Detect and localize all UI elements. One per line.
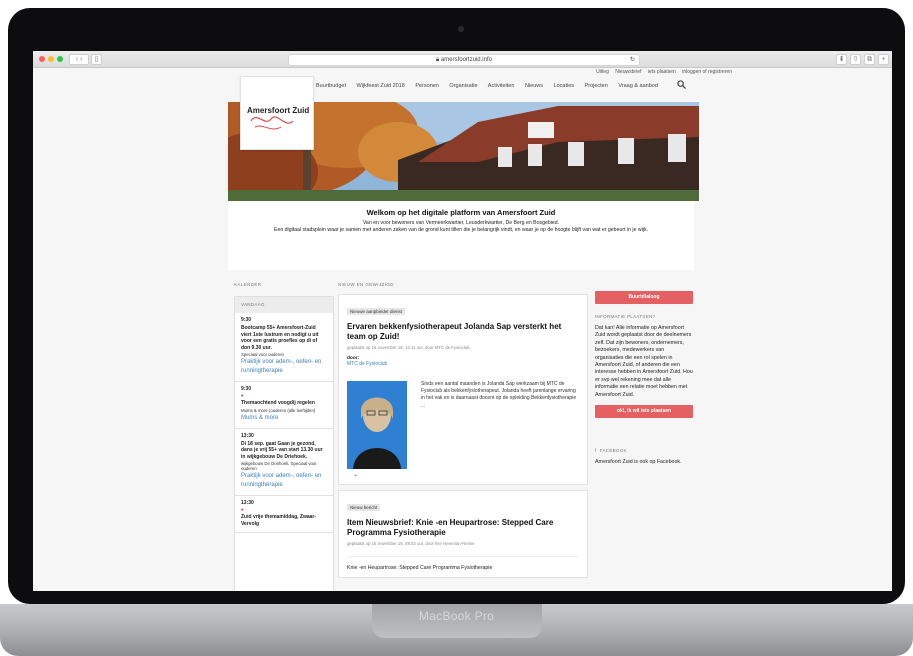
calendar-label: KALENDER — [234, 282, 262, 287]
event-title[interactable]: Themaochtend voogdij regelen — [241, 400, 327, 407]
event-sub: Mums & more (ouderen (alle leeftijden) — [241, 407, 316, 413]
event-time: 13:30 — [241, 432, 254, 439]
news-excerpt: Sinds een aantal maanden is Jolanda Sap … — [421, 381, 577, 409]
nav-buurtbudget[interactable]: Buurtbudget — [316, 83, 346, 89]
news-title[interactable]: Item Nieuwsbrief: Knie -en Heupartrose: … — [347, 518, 579, 538]
logo-text: Amersfoort Zuid — [247, 106, 310, 115]
lock-icon: 🔒︎ — [436, 57, 440, 63]
top-link-login[interactable]: inloggen of registreren — [682, 69, 732, 75]
event-link[interactable]: Mums & more — [241, 414, 327, 423]
news-tag: Nieuwe aanpbieder dienst — [347, 308, 406, 315]
news-card[interactable]: Nieuwe aanpbieder dienst Ervaren bekkenf… — [338, 294, 588, 485]
top-link-uitleg[interactable]: Uitleg — [596, 69, 609, 75]
screen: ‹ › ▯ 🔒︎ amersfoortzuid.info ↻ ⬇ ⇧ ⧉ + U… — [33, 51, 892, 591]
sidebar-icon[interactable]: ▯ — [91, 54, 102, 65]
new-tab-button[interactable]: + — [878, 54, 889, 65]
welcome-line1: Van en voor bewoners van Vermeerkwartier… — [362, 220, 560, 226]
share-icon[interactable]: ⇧ — [850, 54, 861, 65]
device-label: MacBook Pro — [418, 609, 495, 623]
event-title[interactable]: Bootcamp 55+ Amersfoort-Zuid viert 1ste … — [241, 325, 327, 351]
search-icon[interactable] — [677, 80, 686, 91]
calendar: VANDAAG 9:30 Bootcamp 55+ Amersfoort-Zui… — [234, 296, 334, 591]
news-card[interactable]: Nieuw bericht Item Nieuwsbrief: Knie -en… — [338, 490, 588, 578]
site-logo[interactable]: Amersfoort Zuid — [240, 76, 314, 150]
laptop: ‹ › ▯ 🔒︎ amersfoortzuid.info ↻ ⬇ ⇧ ⧉ + U… — [0, 0, 913, 656]
calendar-event[interactable]: 9:30 Bootcamp 55+ Amersfoort-Zuid viert … — [235, 313, 333, 382]
browser-toolbar: ‹ › ▯ 🔒︎ amersfoortzuid.info ↻ ⬇ ⇧ ⧉ + — [33, 51, 892, 68]
tabs-icon[interactable]: ⧉ — [864, 54, 875, 65]
calendar-today: VANDAAG — [235, 297, 333, 313]
calendar-event[interactable]: 9:30 • Themaochtend voogdij regelen Mums… — [235, 382, 333, 429]
news-meta: geplaatst op 16 november 18, 09.03 uur, … — [347, 541, 475, 546]
event-time: 9:30 — [241, 317, 252, 323]
calendar-event[interactable]: 13:30 • Zuid vrije themamiddag, Zwaar-Ve… — [235, 496, 333, 533]
event-title[interactable]: Di 18 sep. gaat Gaan je gezond, dans je … — [241, 441, 327, 461]
post-something-button[interactable]: ok!, ik wil iets plaatsen — [595, 405, 693, 419]
minimize-window-button[interactable] — [48, 56, 54, 62]
maximize-window-button[interactable] — [57, 56, 63, 62]
back-forward-buttons[interactable]: ‹ › — [69, 54, 89, 65]
download-icon[interactable]: ⬇ — [836, 54, 847, 65]
portrait-photo — [347, 381, 407, 469]
news-body: Knie -en Heupartrose: Stepped Care Progr… — [347, 556, 579, 571]
event-link[interactable]: Praktijk voor adem-, oefen- en runningth… — [241, 472, 327, 490]
event-time: 13:30 — [241, 500, 254, 506]
event-time: 9:30 — [241, 386, 252, 392]
news-meta: geplaatst op 16 november 18, 12.11 uur, … — [347, 345, 470, 350]
event-link[interactable]: Praktijk voor adem-, oefen- en runningth… — [241, 358, 327, 376]
nav-locaties[interactable]: Locaties — [554, 83, 575, 89]
facebook-heading: f FACEBOOK — [595, 448, 693, 453]
news-label: NIEUW EN GEWIJZIGD — [338, 282, 394, 287]
address-bar[interactable]: 🔒︎ amersfoortzuid.info ↻ — [288, 54, 640, 66]
main-nav: Buurtbudget Wijkfeest Zuid 2018 Personen… — [316, 83, 667, 89]
news-title[interactable]: Ervaren bekkenfysiotherapeut Jolanda Sap… — [347, 322, 579, 342]
url-text: amersfoortzuid.info — [440, 57, 492, 63]
reload-icon[interactable]: ↻ — [630, 55, 635, 65]
event-sub: wijkgebouw De Driehoek, Speciaal voor ou… — [241, 461, 317, 471]
calendar-event[interactable]: 13:30 Di 18 sep. gaat Gaan je gezond, da… — [235, 429, 333, 496]
nav-organisatie[interactable]: Organisatie — [449, 83, 477, 89]
facebook-heading-text: FACEBOOK — [599, 448, 627, 454]
nav-activiteiten[interactable]: Activiteiten — [488, 83, 515, 89]
facebook-text: Amersfoort Zuid is ook op Facebook. — [595, 459, 682, 466]
news-by-link[interactable]: MTC de Fysioclub — [347, 361, 579, 367]
news-tag: Nieuw bericht — [347, 504, 381, 511]
welcome-line2: Een digitaal stadsplein waar je samen me… — [273, 227, 648, 233]
event-title[interactable]: Zuid vrije themamiddag, Zwaar-Vervolg — [241, 514, 327, 527]
top-link-iets-plaatsen[interactable]: iets plaatsen — [648, 69, 676, 75]
nav-vraag-aanbod[interactable]: Vraag & aanbod — [618, 83, 658, 89]
nav-personen[interactable]: Personen — [415, 83, 439, 89]
event-sub: Speciaal voor ouderen — [241, 352, 284, 357]
top-links: Uitleg Nieuwsbrief iets plaatsen inlogge… — [591, 69, 732, 75]
right-sidebar: Buurtdialoog INFORMATIE PLAATSEN? Dat ka… — [595, 291, 693, 466]
close-window-button[interactable] — [39, 56, 45, 62]
news-feed: Nieuwe aanpbieder dienst Ervaren bekkenf… — [338, 294, 588, 591]
nav-nieuws[interactable]: Nieuws — [525, 83, 543, 89]
info-heading: INFORMATIE PLAATSEN? — [595, 314, 656, 319]
top-link-nieuwsbrief[interactable]: Nieuwsbrief — [615, 69, 641, 75]
info-text: Dat kan! Alle informatie op Amersfoort Z… — [595, 325, 693, 398]
nav-wijkfeest[interactable]: Wijkfeest Zuid 2018 — [357, 83, 405, 89]
facebook-icon: f — [595, 448, 597, 454]
welcome-title: Welkom op het digitale platform van Amer… — [366, 208, 556, 217]
camera — [458, 26, 464, 32]
buurtdialoog-button[interactable]: Buurtdialoog — [595, 291, 693, 304]
nav-projecten[interactable]: Projecten — [585, 83, 608, 89]
chevron-down-icon[interactable]: ⌄ — [353, 471, 579, 478]
welcome-box: Welkom op het digitale platform van Amer… — [228, 201, 694, 270]
